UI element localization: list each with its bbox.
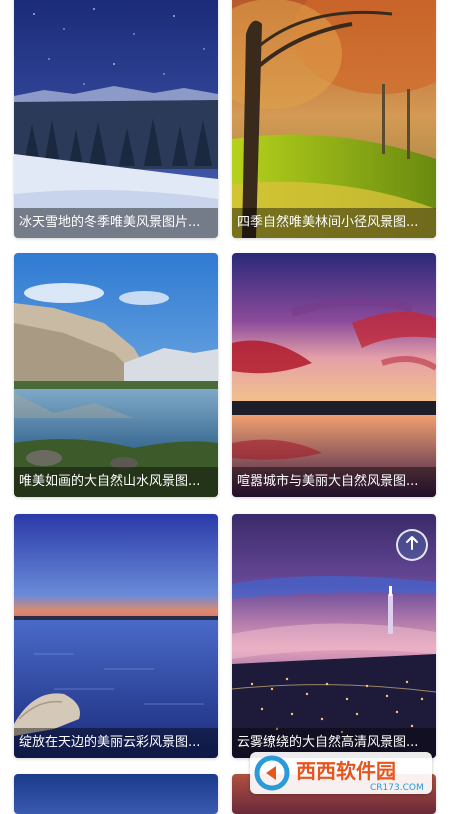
card-caption: 喧嚣城市与美丽大自然风景图... (232, 467, 436, 497)
watermark-brand-text: 西西软件园 (296, 759, 396, 783)
arrow-up-icon (404, 535, 420, 555)
thumbnail-winter-snow (14, 0, 218, 238)
thumbnail-mountain-lake (14, 253, 218, 497)
thumbnail-partial-left (14, 774, 218, 814)
gallery-card-autumn-forest[interactable]: 四季自然唯美林间小径风景图... (232, 0, 436, 238)
gallery-card-sunset-city[interactable]: 喧嚣城市与美丽大自然风景图... (232, 253, 436, 497)
card-caption: 冰天雪地的冬季唯美风景图片... (14, 208, 218, 238)
gallery-card-partial-left[interactable] (14, 774, 218, 814)
gallery-card-winter-snow[interactable]: 冰天雪地的冬季唯美风景图片... (14, 0, 218, 238)
gallery-card-mountain-lake[interactable]: 唯美如画的大自然山水风景图... (14, 253, 218, 497)
thumbnail-twilight-sea (14, 514, 218, 758)
watermark-logo-mark (254, 755, 290, 791)
card-caption: 四季自然唯美林间小径风景图... (232, 208, 436, 238)
thumbnail-sunset-city (232, 253, 436, 497)
watermark-url-text: CR173.COM (370, 783, 424, 793)
gallery-card-twilight-sea[interactable]: 绽放在天边的美丽云彩风景图... (14, 514, 218, 758)
scroll-to-top-button[interactable] (396, 529, 428, 561)
thumbnail-autumn-forest (232, 0, 436, 238)
site-watermark: 西西软件园 CR173.COM (250, 752, 432, 794)
card-caption: 唯美如画的大自然山水风景图... (14, 467, 218, 497)
image-grid: 冰天雪地的冬季唯美风景图片... 四季自然唯美林间小径风景图... 唯美如画的大… (0, 0, 450, 814)
card-caption: 绽放在天边的美丽云彩风景图... (14, 728, 218, 758)
